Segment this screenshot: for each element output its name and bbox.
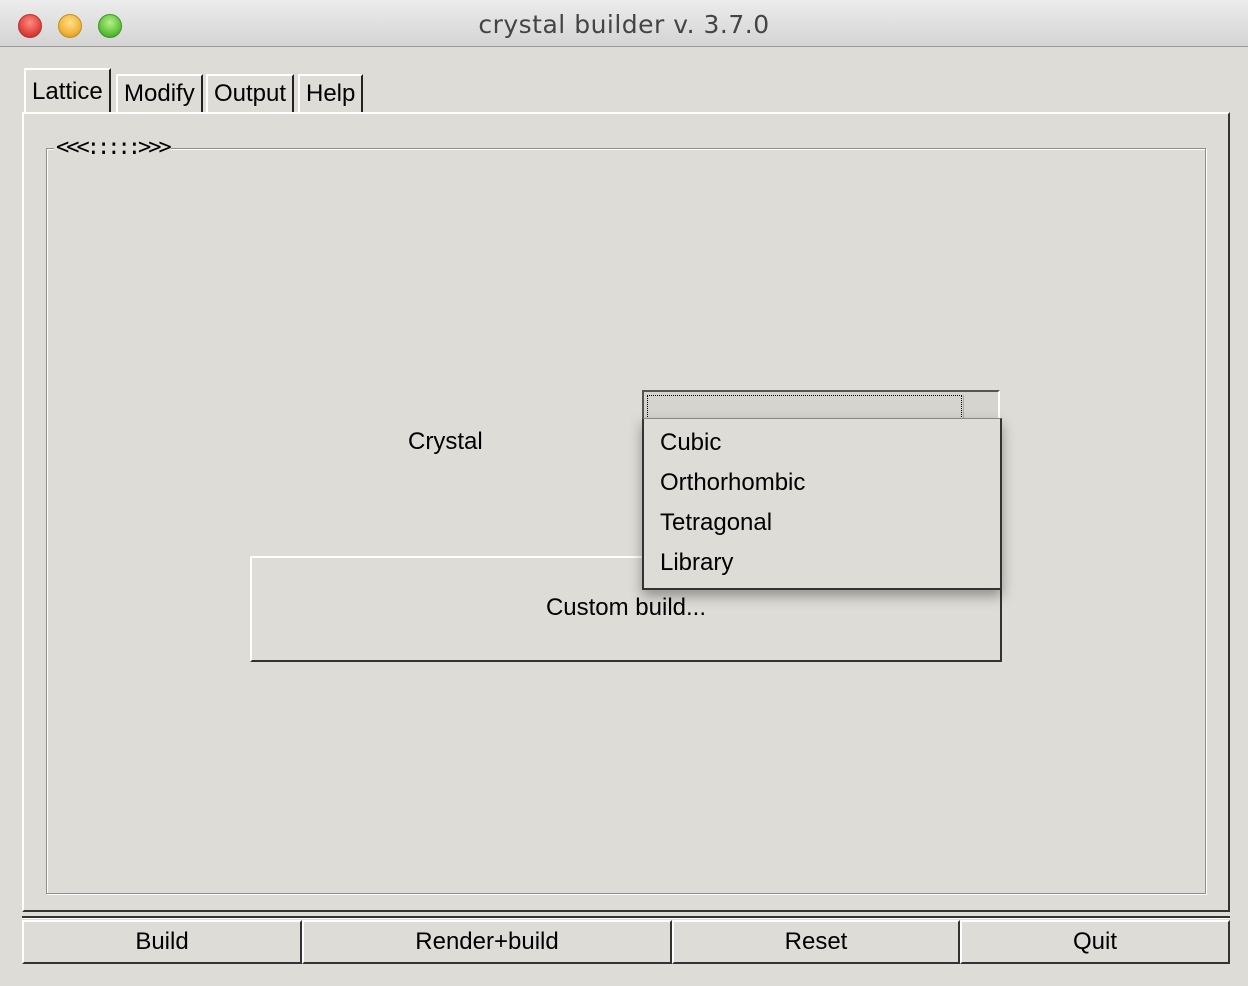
footer-divider xyxy=(22,916,1230,919)
crystal-label: Crystal xyxy=(408,428,483,455)
render-build-button[interactable]: Render+build xyxy=(302,920,672,964)
reset-button[interactable]: Reset xyxy=(672,920,960,964)
tab-output[interactable]: Output xyxy=(206,74,295,112)
menu-item-tetragonal[interactable]: Tetragonal xyxy=(660,509,772,537)
tab-modify[interactable]: Modify xyxy=(116,74,203,112)
crystal-dropdown-menu: Cubic Orthorhombic Tetragonal Library xyxy=(642,418,1002,590)
crystal-select[interactable] xyxy=(642,390,1000,420)
window-title: crystal builder v. 3.7.0 xyxy=(478,10,770,39)
dropdown-arrow-icon[interactable] xyxy=(963,395,996,419)
menu-item-cubic[interactable]: Cubic xyxy=(660,429,721,457)
tab-lattice[interactable]: Lattice xyxy=(24,68,111,114)
tab-help[interactable]: Help xyxy=(298,74,364,112)
menu-item-library[interactable]: Library xyxy=(660,549,733,577)
title-bar: crystal builder v. 3.7.0 xyxy=(0,0,1248,47)
lattice-group-box xyxy=(46,148,1206,894)
crystal-select-value xyxy=(647,395,962,419)
menu-item-orthorhombic[interactable]: Orthorhombic xyxy=(660,469,805,497)
quit-button[interactable]: Quit xyxy=(960,920,1230,964)
build-button[interactable]: Build xyxy=(22,920,302,964)
group-label: <<<:::::>>> xyxy=(54,135,172,160)
